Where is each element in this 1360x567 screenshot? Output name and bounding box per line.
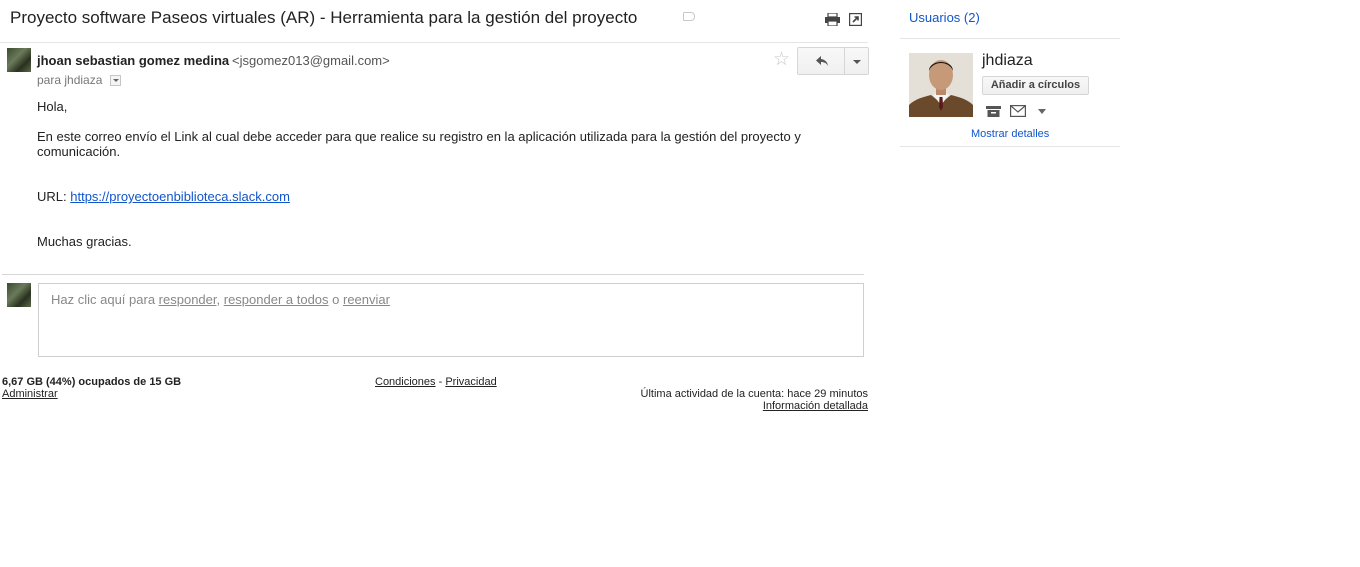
sender-name[interactable]: jhoan sebastian gomez medina — [37, 53, 229, 68]
divider — [2, 274, 864, 275]
chevron-down-icon[interactable] — [1038, 109, 1046, 114]
divider — [0, 42, 868, 43]
sender-avatar[interactable] — [7, 48, 31, 72]
label-tag-icon[interactable] — [683, 12, 695, 21]
contact-card-icon[interactable] — [986, 106, 1001, 117]
divider — [900, 38, 1120, 39]
footer-links: Condiciones - Privacidad — [375, 376, 497, 388]
recipient-line: para jhdiaza — [37, 73, 103, 87]
body-paragraph-line: comunicación. — [37, 144, 121, 159]
new-window-icon[interactable] — [849, 13, 863, 27]
manage-storage-link[interactable]: Administrar — [2, 388, 58, 400]
my-avatar — [7, 283, 31, 307]
reply-hint-separator: , — [216, 292, 224, 307]
last-activity: Última actividad de la cuenta: hace 29 m… — [640, 388, 868, 400]
terms-link[interactable]: Condiciones — [375, 376, 436, 388]
body-paragraph-line: En este correo envío el Link al cual deb… — [37, 129, 801, 144]
divider — [900, 146, 1120, 147]
more-actions-button[interactable] — [845, 47, 869, 75]
reply-button[interactable] — [797, 47, 845, 75]
thread-subject: Proyecto software Paseos virtuales (AR) … — [10, 8, 638, 27]
sender-email: <jsgomez013@gmail.com> — [232, 53, 390, 68]
reply-hint: Haz clic aquí para responder, responder … — [51, 292, 390, 307]
body-greeting: Hola, — [37, 99, 68, 114]
star-icon[interactable]: ☆ — [773, 49, 790, 71]
show-details-link[interactable]: Mostrar detalles — [971, 128, 1049, 140]
reply-arrow-icon — [816, 56, 828, 66]
reply-hint-prefix: Haz clic aquí para — [51, 292, 159, 307]
privacy-link[interactable]: Privacidad — [445, 376, 496, 388]
footer-separator: - — [435, 376, 446, 388]
contact-photo[interactable] — [909, 53, 973, 117]
users-panel-title[interactable]: Usuarios (2) — [909, 10, 980, 25]
reply-all-link[interactable]: responder a todos — [224, 292, 329, 307]
url-label: URL: — [37, 189, 71, 204]
body-url-line: URL: https://proyectoenbiblioteca.slack.… — [37, 189, 290, 204]
storage-usage: 6,67 GB (44%) ocupados de 15 GB — [2, 376, 182, 388]
recipient-details-dropdown[interactable] — [110, 75, 121, 86]
add-to-circles-button[interactable]: Añadir a círculos — [982, 76, 1089, 95]
mail-icon[interactable] — [1010, 105, 1026, 117]
print-icon[interactable] — [825, 12, 840, 27]
forward-link[interactable]: reenviar — [343, 292, 390, 307]
reply-link[interactable]: responder — [159, 292, 217, 307]
activity-details-link[interactable]: Información detallada — [763, 400, 868, 412]
slack-url-link[interactable]: https://proyectoenbiblioteca.slack.com — [70, 189, 290, 204]
body-closing: Muchas gracias. — [37, 234, 132, 249]
reply-hint-or: o — [328, 292, 343, 307]
contact-name: jhdiaza — [982, 52, 1033, 69]
